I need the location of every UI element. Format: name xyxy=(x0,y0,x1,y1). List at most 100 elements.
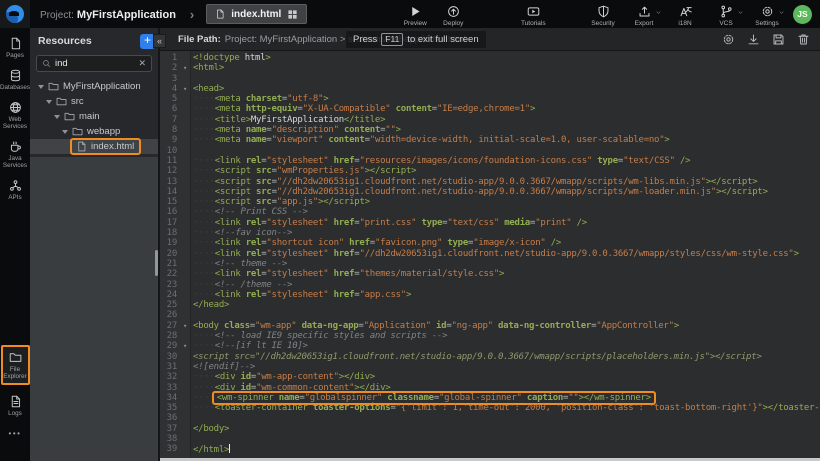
code-line[interactable]: 12····<script src="wmProperties.js"></sc… xyxy=(160,166,820,176)
tab-file-name: index.html xyxy=(231,9,281,20)
code-line[interactable]: 19····<link rel="shortcut icon" href="fa… xyxy=(160,238,820,248)
user-avatar[interactable]: JS xyxy=(793,5,812,24)
code-line[interactable]: 30<script src="//dh2dw20653ig1.cloudfron… xyxy=(160,352,820,362)
code-line[interactable]: 15····<script src="app.js"></script> xyxy=(160,197,820,207)
download-file-button[interactable] xyxy=(747,33,760,46)
editor-settings-button[interactable] xyxy=(722,33,735,46)
deploy-button[interactable]: Deploy xyxy=(437,2,469,27)
line-number: 8 xyxy=(160,125,180,135)
security-button[interactable]: Security xyxy=(587,2,619,27)
wavemaker-logo[interactable] xyxy=(0,0,30,28)
code-line[interactable]: 18····<!--fav icon--> xyxy=(160,228,820,238)
code-line[interactable]: 5····<meta charset="utf-8"> xyxy=(160,94,820,104)
resources-title: Resources xyxy=(38,35,140,47)
delete-file-button[interactable] xyxy=(797,33,810,46)
code-line[interactable]: 14····<script src="//dh2dw20653ig1.cloud… xyxy=(160,187,820,197)
tree-item-main[interactable]: main xyxy=(30,109,158,124)
code-line[interactable]: 25</head> xyxy=(160,300,820,310)
code-line[interactable]: 28····<!-- load IE9 specific styles and … xyxy=(160,331,820,341)
sidebar-item-java-services[interactable]: Java Services xyxy=(1,140,30,169)
chevron-down-icon[interactable] xyxy=(737,9,744,16)
sidebar-item-web-services[interactable]: Web Services xyxy=(1,101,30,130)
code-line-highlighted[interactable]: 34····<wm-spinner name="globalspinner" c… xyxy=(160,393,820,403)
caret-down-icon[interactable] xyxy=(54,115,60,119)
collapse-panel-button[interactable]: « xyxy=(153,34,166,48)
fold-marker-icon[interactable]: ▾ xyxy=(180,63,190,73)
code-line[interactable]: 2▾<html> xyxy=(160,63,820,73)
resources-scrollbar[interactable] xyxy=(155,250,158,276)
code-line[interactable]: 6····<meta http-equiv="X-UA-Compatible" … xyxy=(160,104,820,114)
fold-marker-icon[interactable]: ▾ xyxy=(180,321,190,331)
tab-index-html[interactable]: index.html xyxy=(206,4,307,24)
fold-marker-icon[interactable]: ▾ xyxy=(180,84,190,94)
search-input[interactable] xyxy=(55,58,134,69)
code-line[interactable]: 8····<meta name="description" content=""… xyxy=(160,125,820,135)
code-line[interactable]: 10 xyxy=(160,146,820,156)
code-line[interactable]: 39</html> xyxy=(160,444,820,454)
code-line[interactable]: 4▾<head> xyxy=(160,84,820,94)
tree-item-index-html[interactable]: index.html xyxy=(30,139,158,154)
code-line[interactable]: 20····<link rel="stylesheet" href="//dh2… xyxy=(160,249,820,259)
preview-button[interactable]: Preview xyxy=(399,2,431,27)
sidebar-item-label: Pages xyxy=(6,52,24,59)
code-line[interactable]: 22····<link rel="stylesheet" href="theme… xyxy=(160,269,820,279)
settings-button[interactable]: Settings xyxy=(751,2,783,27)
code-line[interactable]: 32····<div id="wm-app-content"></div> xyxy=(160,372,820,382)
caret-down-icon[interactable] xyxy=(38,85,44,89)
chevron-down-icon[interactable] xyxy=(778,9,785,16)
tree-item-webapp[interactable]: webapp xyxy=(30,124,158,139)
file-path: File Path:Project: MyFirstApplication > … xyxy=(178,34,466,45)
code-line[interactable]: 26 xyxy=(160,310,820,320)
code-line[interactable]: 3 xyxy=(160,74,820,84)
code-line[interactable]: 27▾<body class="wm-app" data-ng-app="App… xyxy=(160,321,820,331)
code-line[interactable]: 1<!doctype html> xyxy=(160,53,820,63)
sidebar-item-databases[interactable]: Databases xyxy=(1,69,30,91)
code-lines[interactable]: 1<!doctype html>2▾<html>34▾<head>5····<m… xyxy=(160,51,820,458)
resource-search-box: ✕ xyxy=(36,55,152,72)
vcs-button[interactable]: VCS xyxy=(710,2,742,27)
code-text: ····<link rel="shortcut icon" href="favi… xyxy=(190,238,561,248)
file-path-label: File Path: xyxy=(178,34,221,45)
code-text: ····<script src="//dh2dw20653ig1.cloudfr… xyxy=(190,187,768,197)
save-file-button[interactable] xyxy=(772,33,785,46)
code-line[interactable]: 36 xyxy=(160,413,820,423)
export-button[interactable]: Export xyxy=(628,2,660,27)
sidebar-item-pages[interactable]: Pages xyxy=(1,37,30,59)
sidebar-item-logs[interactable]: Logs xyxy=(1,395,30,417)
tree-item-myfirstapplication[interactable]: MyFirstApplication xyxy=(30,79,158,94)
fold-marker-icon[interactable]: ▾ xyxy=(180,341,190,351)
folder-icon xyxy=(9,351,22,364)
tree-item-src[interactable]: src xyxy=(30,94,158,109)
chevron-down-icon[interactable] xyxy=(655,9,662,16)
line-number: 22 xyxy=(160,269,180,279)
grid-icon[interactable] xyxy=(287,9,298,20)
code-line[interactable]: 9····<meta name="viewport" content="widt… xyxy=(160,135,820,145)
code-line[interactable]: 23····<!-- /theme --> xyxy=(160,280,820,290)
sidebar-more-button[interactable]: ••• xyxy=(9,429,22,438)
code-line[interactable]: 37</body> xyxy=(160,424,820,434)
tutorials-button[interactable]: Tutorials xyxy=(517,2,549,27)
sidebar-item-file-explorer[interactable]: File Explorer xyxy=(1,345,30,385)
caret-down-icon[interactable] xyxy=(46,100,52,104)
clear-search-icon[interactable]: ✕ xyxy=(138,58,146,69)
line-number: 36 xyxy=(160,413,180,423)
line-number: 27 xyxy=(160,321,180,331)
code-line[interactable]: 38 xyxy=(160,434,820,444)
code-line[interactable]: 11····<link rel="stylesheet" href="resou… xyxy=(160,156,820,166)
caret-down-icon[interactable] xyxy=(62,130,68,134)
code-line[interactable]: 17····<link rel="stylesheet" href="print… xyxy=(160,218,820,228)
i18n-button[interactable]: i18N xyxy=(669,2,701,27)
code-text: <!doctype html> xyxy=(190,53,271,63)
sidebar-item-label: APIs xyxy=(8,194,21,201)
code-line[interactable]: 29▾····<!--[if lt IE 10]> xyxy=(160,341,820,351)
code-line[interactable]: 7····<title>MyFirstApplication</title> xyxy=(160,115,820,125)
left-sidebar: Pages Databases Web Services Java Services A… xyxy=(0,28,30,461)
code-line[interactable]: 35····<toaster-container toaster-options… xyxy=(160,403,820,413)
code-line[interactable]: 24····<link rel="stylesheet" href="app.c… xyxy=(160,290,820,300)
code-text: ····<meta charset="utf-8"> xyxy=(190,94,328,104)
code-line[interactable]: 21····<!-- theme --> xyxy=(160,259,820,269)
code-line[interactable]: 13····<script src="//dh2dw20653ig1.cloud… xyxy=(160,177,820,187)
code-line[interactable]: 16····<!-- Print CSS --> xyxy=(160,207,820,217)
code-line[interactable]: 31<![endif]--> xyxy=(160,362,820,372)
sidebar-item-apis[interactable]: APIs xyxy=(1,179,30,201)
